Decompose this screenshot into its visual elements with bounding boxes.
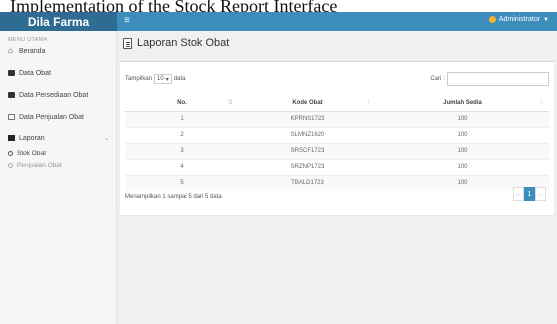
sidebar-item-data-obat[interactable]: Data Obat: [0, 65, 117, 81]
pagination: ← 1 →: [513, 187, 546, 201]
cell-no: 2: [125, 126, 239, 143]
sidebar-item-laporan[interactable]: Laporan ⌄: [0, 130, 117, 146]
cell-kode-obat: TBALD1723: [239, 174, 376, 191]
circle-icon: [8, 162, 13, 168]
column-header-kode-obat[interactable]: Kode Obat ↕: [239, 95, 376, 112]
cell-no: 1: [125, 110, 239, 127]
sidebar-subitem-label: Stok Obat: [17, 149, 46, 157]
cell-no: 5: [125, 174, 239, 191]
chevron-down-icon: ⌄: [103, 135, 109, 142]
search-label: Cari: [430, 76, 442, 82]
cell-kode-obat: KPRNS1723: [239, 110, 376, 127]
cell-no: 3: [125, 142, 239, 159]
sidebar-item-label: Data Persediaan Obat: [19, 91, 89, 99]
circle-icon: [8, 150, 13, 156]
sidebar-item-beranda[interactable]: Beranda: [0, 43, 117, 59]
main-content: Laporan Stok Obat Tampilkan 10 ▾ data Ca…: [117, 31, 557, 324]
page-title: Laporan Stok Obat: [123, 37, 229, 49]
document-icon: [8, 114, 15, 120]
sidebar-item-data-persediaan-obat[interactable]: Data Persediaan Obat: [0, 87, 117, 103]
column-header-jumlah-sedia[interactable]: Jumlah Sedia ↕: [376, 95, 549, 112]
sidebar-item-label: Beranda: [19, 47, 46, 55]
table-row: 5 TBALD1723 100: [125, 174, 549, 191]
home-icon: [8, 48, 15, 54]
table-info: Menampilkan 1 sampai 5 dari 5 data: [125, 194, 222, 200]
box-icon: [8, 92, 15, 98]
sidebar-item-data-penjualan-obat[interactable]: Data Penjualan Obat: [0, 109, 117, 125]
cell-jumlah-sedia: 100: [376, 126, 549, 143]
search-control: Cari:: [430, 72, 549, 86]
sort-icon: ↕: [540, 99, 543, 105]
sidebar-subitem-stok-obat[interactable]: Stok Obat: [0, 147, 117, 159]
cell-jumlah-sedia: 100: [376, 142, 549, 159]
column-header-no[interactable]: No. ⇅: [125, 95, 239, 112]
pagination-next[interactable]: →: [535, 187, 546, 201]
user-avatar-icon: [488, 16, 496, 23]
hamburger-icon[interactable]: ≡: [124, 15, 130, 27]
page-length-select[interactable]: 10 ▾: [154, 74, 172, 84]
sidebar-item-label: Data Obat: [19, 69, 51, 77]
page-length-control: Tampilkan 10 ▾ data: [125, 74, 185, 84]
pagination-previous[interactable]: ←: [513, 187, 524, 201]
cell-no: 4: [125, 158, 239, 175]
sidebar-subitem-label: Penjualan Obat: [17, 161, 62, 169]
box-icon: [8, 70, 15, 76]
table-row: 1 KPRNS1723 100: [125, 110, 549, 127]
sidebar-item-label: Laporan: [19, 134, 45, 142]
sort-icon: ⇅: [227, 100, 233, 106]
table-row: 2 SLMNZ1620 100: [125, 126, 549, 143]
report-box: Tampilkan 10 ▾ data Cari: No. ⇅ Kode Obat…: [120, 61, 554, 215]
show-label: Tampilkan: [125, 76, 153, 82]
table-header-row: No. ⇅ Kode Obat ↕ Jumlah Sedia ↕: [125, 95, 549, 112]
cell-jumlah-sedia: 100: [376, 158, 549, 175]
cell-jumlah-sedia: 100: [376, 110, 549, 127]
search-input[interactable]: [447, 72, 549, 86]
chevron-down-icon: ▼: [543, 16, 549, 23]
user-name: Administrator: [498, 16, 541, 23]
top-navbar: ≡ Administrator ▼: [117, 12, 557, 31]
report-icon: [123, 37, 132, 49]
cell-kode-obat: SRSCF1723: [239, 142, 376, 159]
page-length-value: 10: [157, 76, 164, 82]
sort-icon: ↕: [367, 99, 370, 105]
cell-kode-obat: SRZNP1723: [239, 158, 376, 175]
chevron-down-icon: ▾: [165, 76, 169, 83]
pagination-page-1[interactable]: 1: [524, 187, 535, 201]
brand-logo[interactable]: Dila Farma: [0, 12, 117, 31]
page-title-text: Laporan Stok Obat: [137, 37, 230, 49]
sidebar: MENU UTAMA Beranda Data Obat Data Persed…: [0, 31, 117, 324]
table-row: 4 SRZNP1723 100: [125, 158, 549, 175]
table-row: 3 SRSCF1723 100: [125, 142, 549, 159]
user-menu[interactable]: Administrator ▼: [488, 16, 549, 23]
sidebar-item-label: Data Penjualan Obat: [19, 113, 84, 121]
cell-kode-obat: SLMNZ1620: [239, 126, 376, 143]
sidebar-subitem-penjualan-obat[interactable]: Penjualan Obat: [0, 159, 117, 171]
book-icon: [8, 135, 15, 141]
entries-label: data: [173, 76, 186, 82]
stock-table: No. ⇅ Kode Obat ↕ Jumlah Sedia ↕ 1 KPRNS172…: [125, 95, 549, 191]
